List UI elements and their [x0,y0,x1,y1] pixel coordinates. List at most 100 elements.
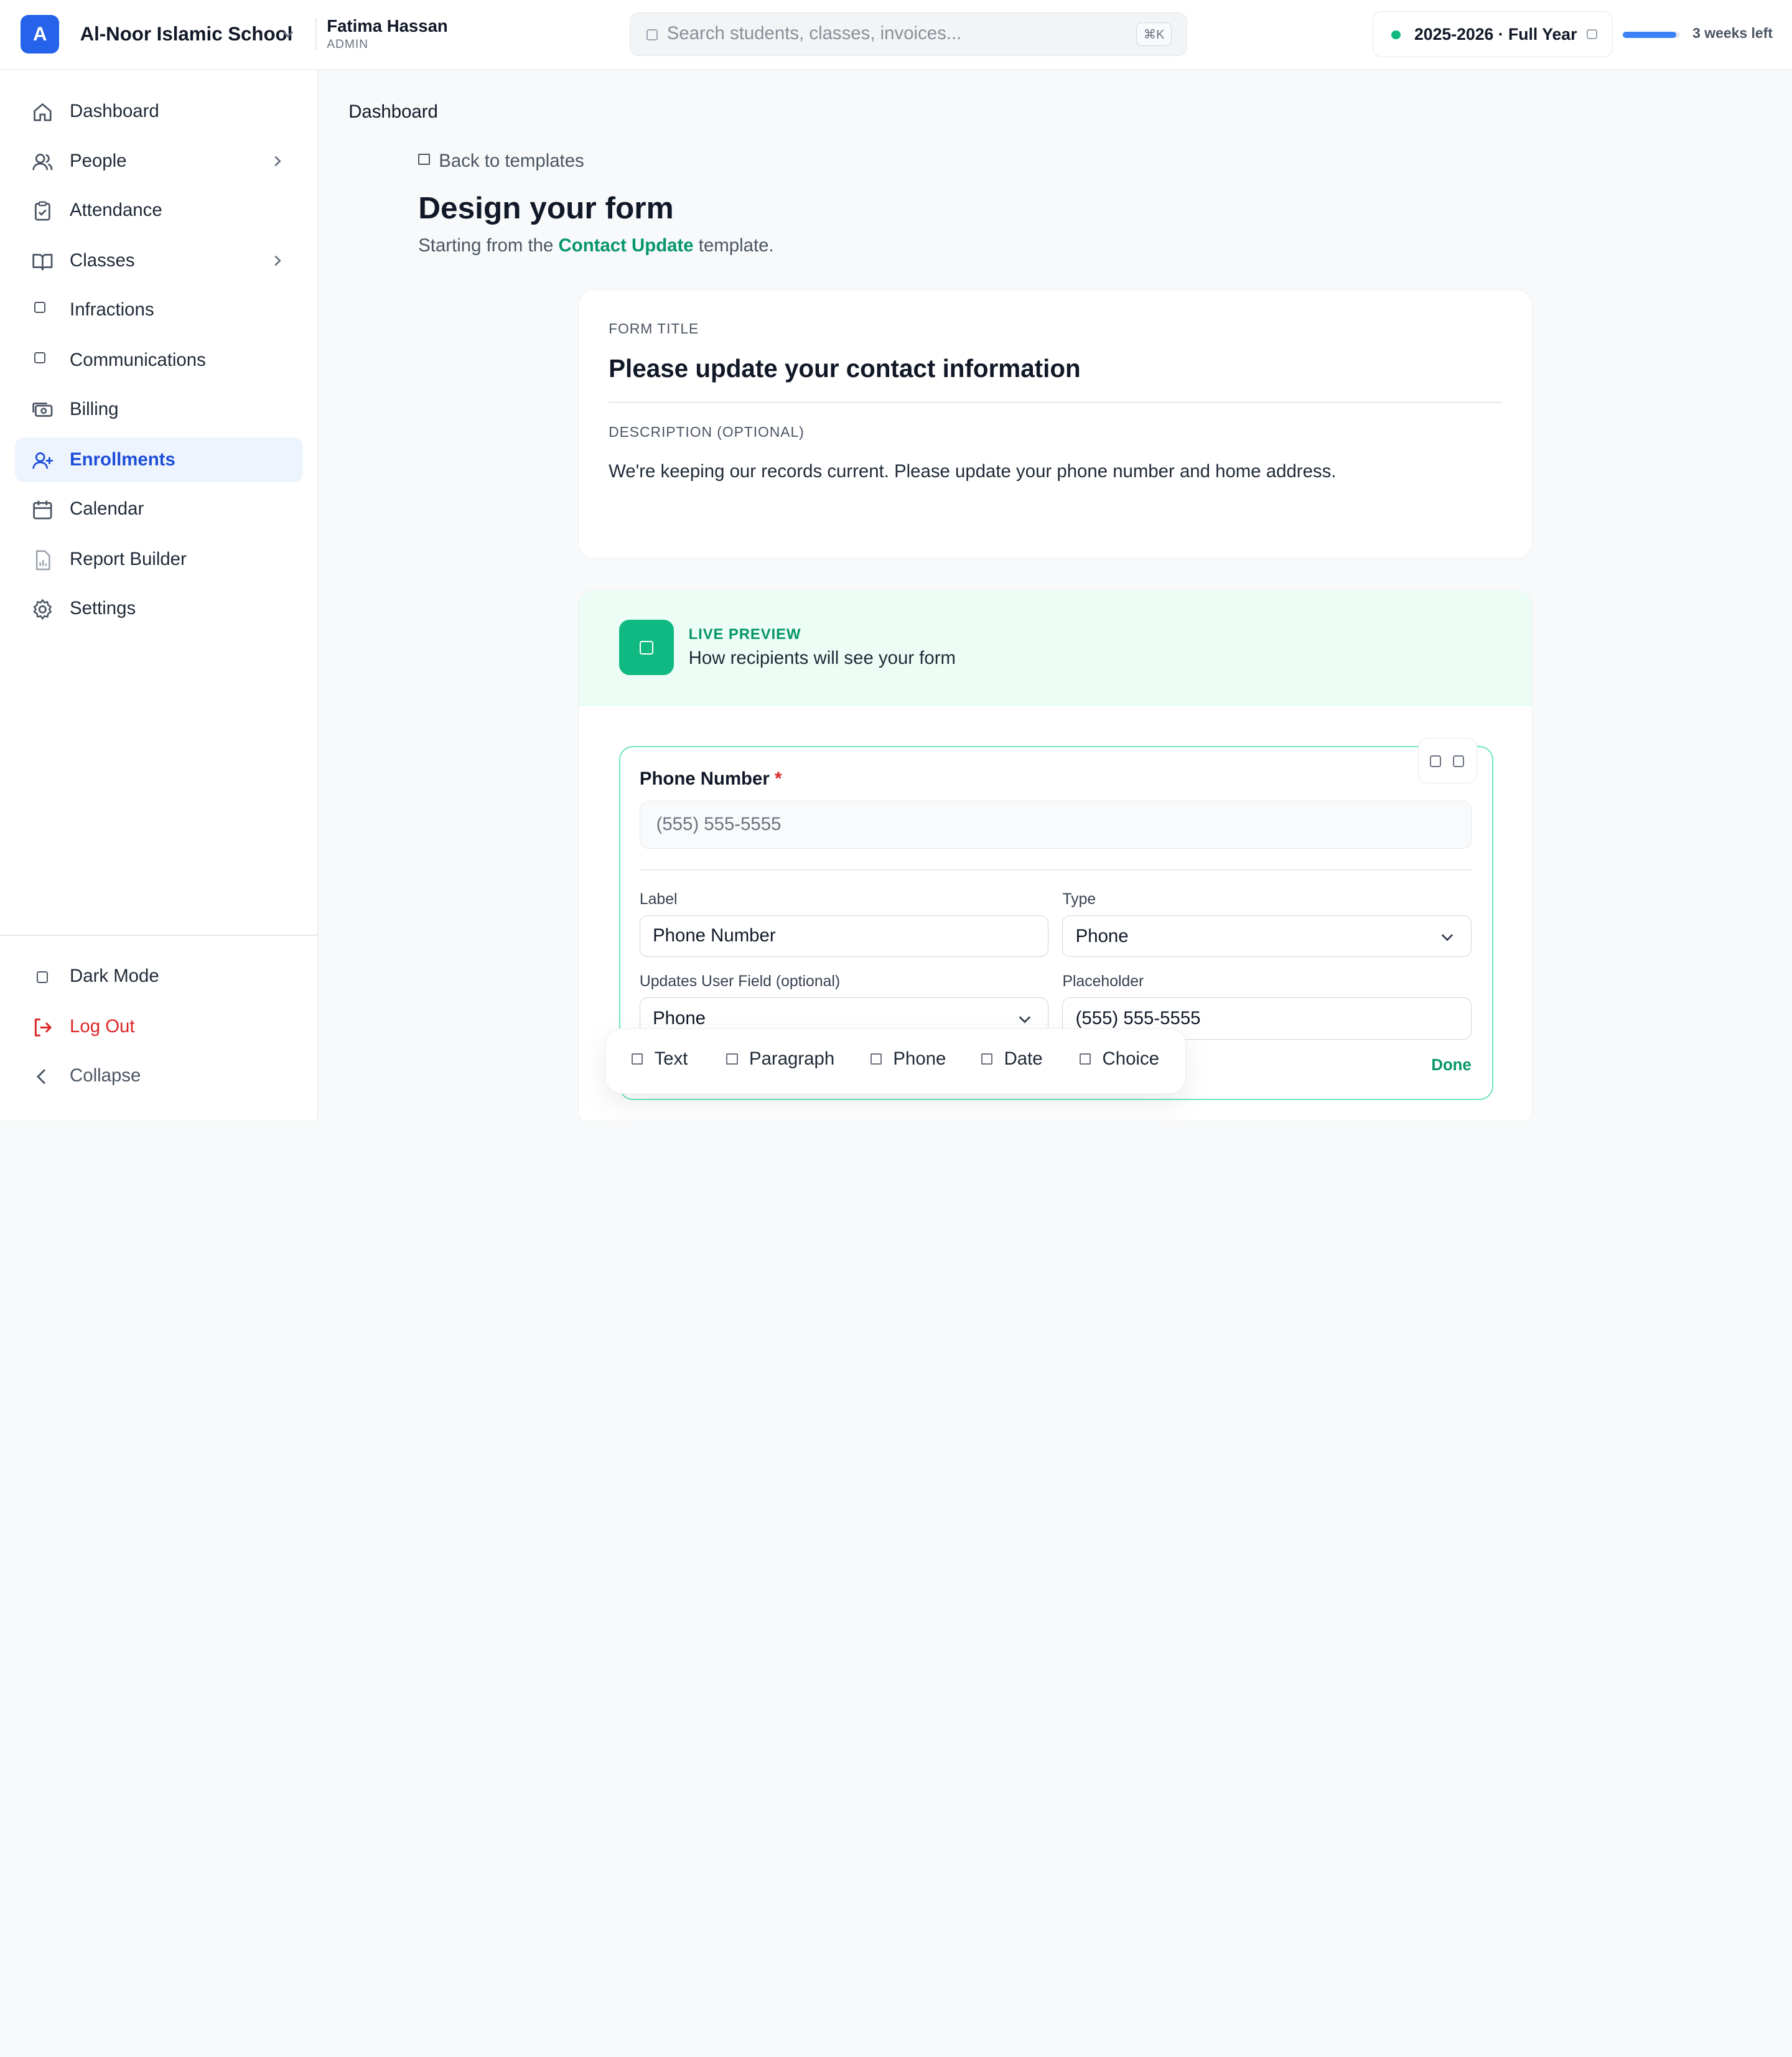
school-year-label: 2025-2026 · Full Year [1414,24,1577,44]
sidebar-item-label: Settings [70,597,136,618]
eye-icon [618,620,674,675]
sidebar-item-label: Dashboard [70,100,159,121]
sidebar-item-label: Report Builder [70,548,187,569]
search-icon [646,29,658,41]
sidebar-item-infractions[interactable]: Infractions [15,288,303,333]
dark-mode-label: Dark Mode [70,965,159,986]
collapse-sidebar-button[interactable]: Collapse [15,1053,303,1098]
subtitle-suffix: template. [698,235,774,256]
chevron-down-icon [1442,933,1454,941]
search-shortcut-badge: ⌘K [1136,22,1172,47]
square-icon [31,350,54,373]
term-progress-fill [1623,32,1676,38]
search-input[interactable] [666,13,1124,55]
gear-icon [31,598,54,621]
chevron-right-icon [274,156,281,167]
sidebar-item-label: Attendance [70,200,162,221]
field-preview-label: Phone Number * [639,768,782,790]
calendar-icon [31,498,54,521]
sidebar-item-enrollments[interactable]: Enrollments [14,437,303,483]
sidebar-item-label: Calendar [70,498,144,519]
description-input[interactable]: We're keeping our records current. Pleas… [609,461,1336,482]
placeholder-caption: Placeholder [1062,973,1144,991]
school-year-selector[interactable]: 2025-2026 · Full Year [1372,11,1613,57]
dark-mode-toggle[interactable]: Dark Mode [15,954,303,999]
back-to-templates-link[interactable]: Back to templates [418,151,584,172]
add-date-field-button[interactable]: Date [981,1048,1043,1070]
add-phone-field-button[interactable]: Phone [870,1048,946,1070]
add-choice-field-button[interactable]: Choice [1079,1048,1159,1070]
moon-icon [31,966,54,989]
school-switcher[interactable]: Al-Noor Islamic School [80,23,293,45]
collapse-label: Collapse [70,1065,141,1086]
form-title-input[interactable]: Please update your contact information [609,354,1503,403]
updates-field-value: Phone [653,1008,706,1029]
log-out-icon [31,1016,54,1039]
sidebar-item-report-builder[interactable]: Report Builder [15,537,303,582]
sidebar-item-label: Classes [70,250,135,271]
banknote-icon [31,399,54,422]
chevron-down-icon [1019,1016,1030,1024]
live-preview-header: LIVE PREVIEW How recipients will see you… [579,590,1532,706]
sidebar-item-people[interactable]: People [15,139,303,184]
form-title-caption: FORM TITLE [609,320,699,337]
users-icon [31,151,54,174]
term-progress-bar [1623,32,1680,38]
page-title: Design your form [418,190,674,225]
sidebar-item-billing[interactable]: Billing [15,388,303,432]
sidebar-item-attendance[interactable]: Attendance [15,189,303,233]
home-icon [31,101,54,124]
sidebar-item-label: Communications [70,350,206,370]
search-bar[interactable]: ⌘K [630,12,1188,56]
sidebar-item-settings[interactable]: Settings [15,586,303,631]
user-role: ADMIN [327,37,368,51]
calendar-icon [981,1053,993,1065]
file-chart-icon [31,549,54,572]
log-out-button[interactable]: Log Out [15,1004,303,1049]
status-dot [1391,30,1401,40]
sidebar-item-communications[interactable]: Communications [15,338,303,383]
dropdown-icon [1587,29,1597,40]
sidebar-item-label: Infractions [70,299,154,320]
delete-icon[interactable] [1452,755,1465,767]
weeks-left-label: 3 weeks left [1692,25,1773,42]
label-caption: Label [639,890,678,908]
done-button[interactable]: Done [1431,1056,1471,1075]
list-icon [1079,1053,1091,1065]
book-open-icon [31,250,54,273]
add-paragraph-field-button[interactable]: Paragraph [726,1048,834,1070]
label-field[interactable] [639,915,1049,958]
square-icon [31,299,54,322]
text-icon [631,1053,643,1065]
subtitle-prefix: Starting from the [418,235,554,256]
log-out-label: Log Out [70,1015,135,1037]
arrow-left-icon [418,153,430,165]
divider [639,869,1472,870]
required-marker: * [774,768,782,790]
user-plus-icon [31,449,54,472]
template-name: Contact Update [558,235,694,256]
page-subtitle: Starting from the Contact Update templat… [418,235,773,256]
sidebar-item-label: Billing [70,398,119,419]
add-text-field-button[interactable]: Text [631,1048,688,1070]
school-logo[interactable]: A [21,14,60,54]
field-tools [1417,737,1478,784]
sidebar-item-calendar[interactable]: Calendar [15,487,303,531]
type-select-value: Phone [1075,926,1129,947]
clipboard-check-icon [31,200,54,223]
chevron-down-icon[interactable] [280,26,296,42]
user-name: Fatima Hassan [327,16,448,35]
divider [0,935,318,936]
phone-preview-input[interactable] [639,800,1472,849]
back-link-label: Back to templates [439,151,584,172]
app-root: A Al-Noor Islamic School Fatima Hassan A… [0,0,1792,1120]
sidebar-item-dashboard[interactable]: Dashboard [15,89,303,134]
breadcrumb[interactable]: Dashboard [348,101,438,123]
description-caption: DESCRIPTION (OPTIONAL) [609,423,805,440]
move-icon[interactable] [1430,755,1442,767]
type-select[interactable]: Phone [1062,915,1472,958]
form-details-card: FORM TITLE Please update your contact in… [578,289,1533,559]
sidebar-item-classes[interactable]: Classes [15,239,303,284]
updates-field-caption: Updates User Field (optional) [639,973,841,991]
live-preview-description: How recipients will see your form [688,647,956,668]
